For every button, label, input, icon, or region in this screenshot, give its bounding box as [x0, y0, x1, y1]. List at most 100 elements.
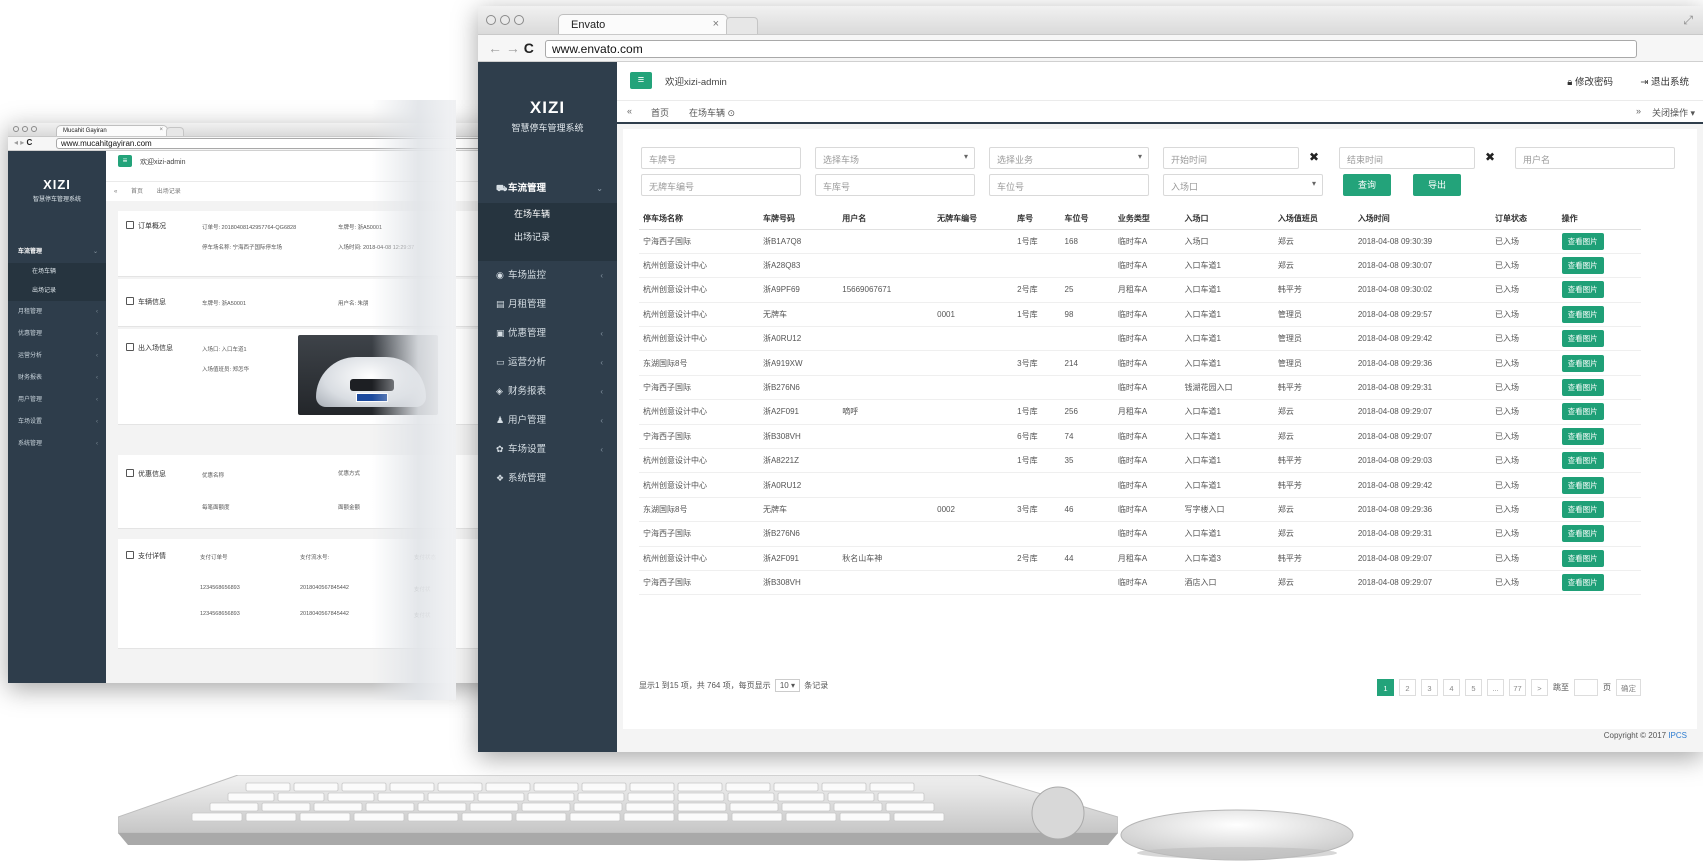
- view-image-button[interactable]: 查看图片: [1561, 403, 1604, 421]
- view-image-button[interactable]: 查看图片: [1561, 354, 1604, 372]
- gate-select[interactable]: 入场口 ▾: [1163, 174, 1323, 196]
- per-page-select[interactable]: 10 ▾: [774, 679, 800, 692]
- next-page-button[interactable]: >: [1531, 679, 1548, 696]
- back-submenu-item[interactable]: 在场车辆: [8, 263, 106, 282]
- page-button[interactable]: ...: [1487, 679, 1504, 696]
- back-sidebar-item[interactable]: 优惠管理 ‹: [8, 323, 106, 345]
- back-sidebar-item[interactable]: 月租管理 ‹: [8, 301, 106, 323]
- sidebar-subitem-onsite[interactable]: 在场车辆: [478, 203, 617, 226]
- view-image-button[interactable]: 查看图片: [1561, 232, 1604, 250]
- close-icon[interactable]: ×: [159, 127, 163, 133]
- window-controls[interactable]: [486, 15, 524, 25]
- page-button[interactable]: 5: [1465, 679, 1482, 696]
- column-header[interactable]: 入场口: [1180, 208, 1274, 230]
- sidebar-item-monitor[interactable]: ◉ 车场监控 ‹: [478, 261, 617, 290]
- menu-toggle-icon[interactable]: ≡: [630, 72, 652, 89]
- column-header[interactable]: 无牌车编号: [933, 208, 1014, 230]
- car-photo[interactable]: [298, 335, 438, 415]
- column-header[interactable]: 停车场名称: [639, 208, 759, 230]
- page-button[interactable]: 2: [1399, 679, 1416, 696]
- lot-select[interactable]: 选择车场 ▾: [815, 147, 975, 169]
- sidebar-item-lot-settings[interactable]: ✿ 车场设置 ‹: [478, 435, 617, 464]
- sidebar-item-system[interactable]: ❖ 系统管理: [478, 464, 617, 493]
- sidebar-item-analysis[interactable]: ▭ 运营分析 ‹: [478, 348, 617, 377]
- goto-confirm-button[interactable]: 确定: [1616, 679, 1641, 696]
- double-left-icon[interactable]: «: [114, 189, 117, 195]
- back-browser-tab[interactable]: Mucahit Gayiran ×: [56, 125, 168, 136]
- view-image-button[interactable]: 查看图片: [1561, 549, 1604, 567]
- page-button[interactable]: 4: [1443, 679, 1460, 696]
- double-left-icon[interactable]: «: [627, 106, 632, 116]
- end-time-input[interactable]: 结束时间: [1339, 147, 1475, 169]
- start-time-input[interactable]: 开始时间: [1163, 147, 1299, 169]
- menu-toggle-icon[interactable]: ≡: [118, 155, 132, 167]
- view-image-button[interactable]: 查看图片: [1561, 427, 1604, 445]
- view-image-button[interactable]: 查看图片: [1561, 476, 1604, 494]
- column-header[interactable]: 入场值班员: [1273, 208, 1354, 230]
- url-field[interactable]: www.envato.com: [545, 40, 1637, 58]
- fullscreen-icon[interactable]: ⤢: [1683, 13, 1693, 28]
- view-image-button[interactable]: 查看图片: [1561, 257, 1604, 275]
- back-sidebar-item[interactable]: 运营分析 ‹: [8, 345, 106, 367]
- column-header[interactable]: 订单状态: [1490, 208, 1558, 230]
- back-sidebar-item[interactable]: 财务报表 ‹: [8, 367, 106, 389]
- double-right-icon[interactable]: »: [1636, 106, 1641, 116]
- sidebar-item-discount[interactable]: ▣ 优惠管理 ‹: [478, 319, 617, 348]
- page-button[interactable]: 3: [1421, 679, 1438, 696]
- logout-link[interactable]: ⇥ 退出系统: [1640, 74, 1689, 88]
- plate-input[interactable]: 车牌号: [641, 147, 801, 169]
- sidebar-subitem-exit-records[interactable]: 出场记录: [478, 226, 617, 249]
- browser-tab[interactable]: Envato ×: [558, 14, 728, 34]
- change-password-link[interactable]: 🔒︎ 修改密码: [1567, 74, 1613, 88]
- clear-start-icon[interactable]: ✖: [1309, 150, 1319, 164]
- clear-end-icon[interactable]: ✖: [1485, 150, 1495, 164]
- query-button[interactable]: 查询: [1343, 174, 1391, 196]
- nav-buttons[interactable]: ◂ ▸ C: [14, 138, 32, 147]
- tab-onsite[interactable]: 在场车辆 ⊙: [689, 106, 735, 119]
- export-button[interactable]: 导出: [1413, 174, 1461, 196]
- new-tab-button[interactable]: [166, 127, 184, 136]
- back-crumb-current[interactable]: 出场记录: [157, 189, 181, 195]
- sidebar-item-users[interactable]: ♟ 用户管理 ‹: [478, 406, 617, 435]
- garage-input[interactable]: 车库号: [815, 174, 975, 196]
- sidebar-item-finance[interactable]: ◈ 财务报表 ‹: [478, 377, 617, 406]
- column-header[interactable]: 车牌号码: [758, 208, 839, 230]
- view-image-button[interactable]: 查看图片: [1561, 379, 1604, 397]
- goto-page-input[interactable]: [1574, 679, 1598, 696]
- back-sidebar-item[interactable]: 用户管理 ‹: [8, 389, 106, 411]
- column-header[interactable]: 业务类型: [1113, 208, 1181, 230]
- view-image-button[interactable]: 查看图片: [1561, 452, 1604, 470]
- view-image-button[interactable]: 查看图片: [1561, 281, 1604, 299]
- back-crumb-home[interactable]: 首页: [131, 189, 143, 195]
- back-window-controls[interactable]: [13, 126, 37, 132]
- back-sidebar-item[interactable]: 系统管理 ‹: [8, 433, 106, 455]
- column-header[interactable]: 车位号: [1060, 208, 1114, 230]
- back-sidebar-item[interactable]: 车场设置 ‹: [8, 411, 106, 433]
- new-tab-button[interactable]: [726, 17, 758, 34]
- column-header[interactable]: 用户名: [838, 208, 934, 230]
- close-circle-icon[interactable]: ⊙: [728, 108, 736, 118]
- page-button[interactable]: 1: [1377, 679, 1394, 696]
- column-header[interactable]: 操作: [1557, 208, 1641, 230]
- view-image-button[interactable]: 查看图片: [1561, 574, 1604, 592]
- column-header[interactable]: 入场时间: [1353, 208, 1491, 230]
- view-image-button[interactable]: 查看图片: [1561, 330, 1604, 348]
- copyright-brand[interactable]: IPCS: [1668, 731, 1687, 740]
- nav-buttons[interactable]: ← → C: [488, 40, 534, 56]
- view-image-button[interactable]: 查看图片: [1561, 305, 1604, 323]
- username-input[interactable]: 用户名: [1515, 147, 1675, 169]
- close-icon[interactable]: ×: [713, 18, 719, 30]
- back-submenu-item[interactable]: 出场记录: [8, 282, 106, 301]
- sidebar-item-traffic[interactable]: ⛟车流管理 ⌄: [478, 174, 617, 203]
- business-select[interactable]: 选择业务 ▾: [989, 147, 1149, 169]
- page-button[interactable]: 77: [1509, 679, 1526, 696]
- view-image-button[interactable]: 查看图片: [1561, 525, 1604, 543]
- tab-home[interactable]: 首页: [651, 106, 669, 119]
- back-sidebar-item[interactable]: 车流管理 ⌄: [8, 241, 106, 263]
- sidebar-item-monthly[interactable]: ▤ 月租管理: [478, 290, 617, 319]
- column-header[interactable]: 库号: [1013, 208, 1061, 230]
- no-plate-input[interactable]: 无牌车编号: [641, 174, 801, 196]
- view-image-button[interactable]: 查看图片: [1561, 500, 1604, 518]
- close-ops-dropdown[interactable]: 关闭操作 ▾: [1652, 106, 1695, 119]
- spot-input[interactable]: 车位号: [989, 174, 1149, 196]
